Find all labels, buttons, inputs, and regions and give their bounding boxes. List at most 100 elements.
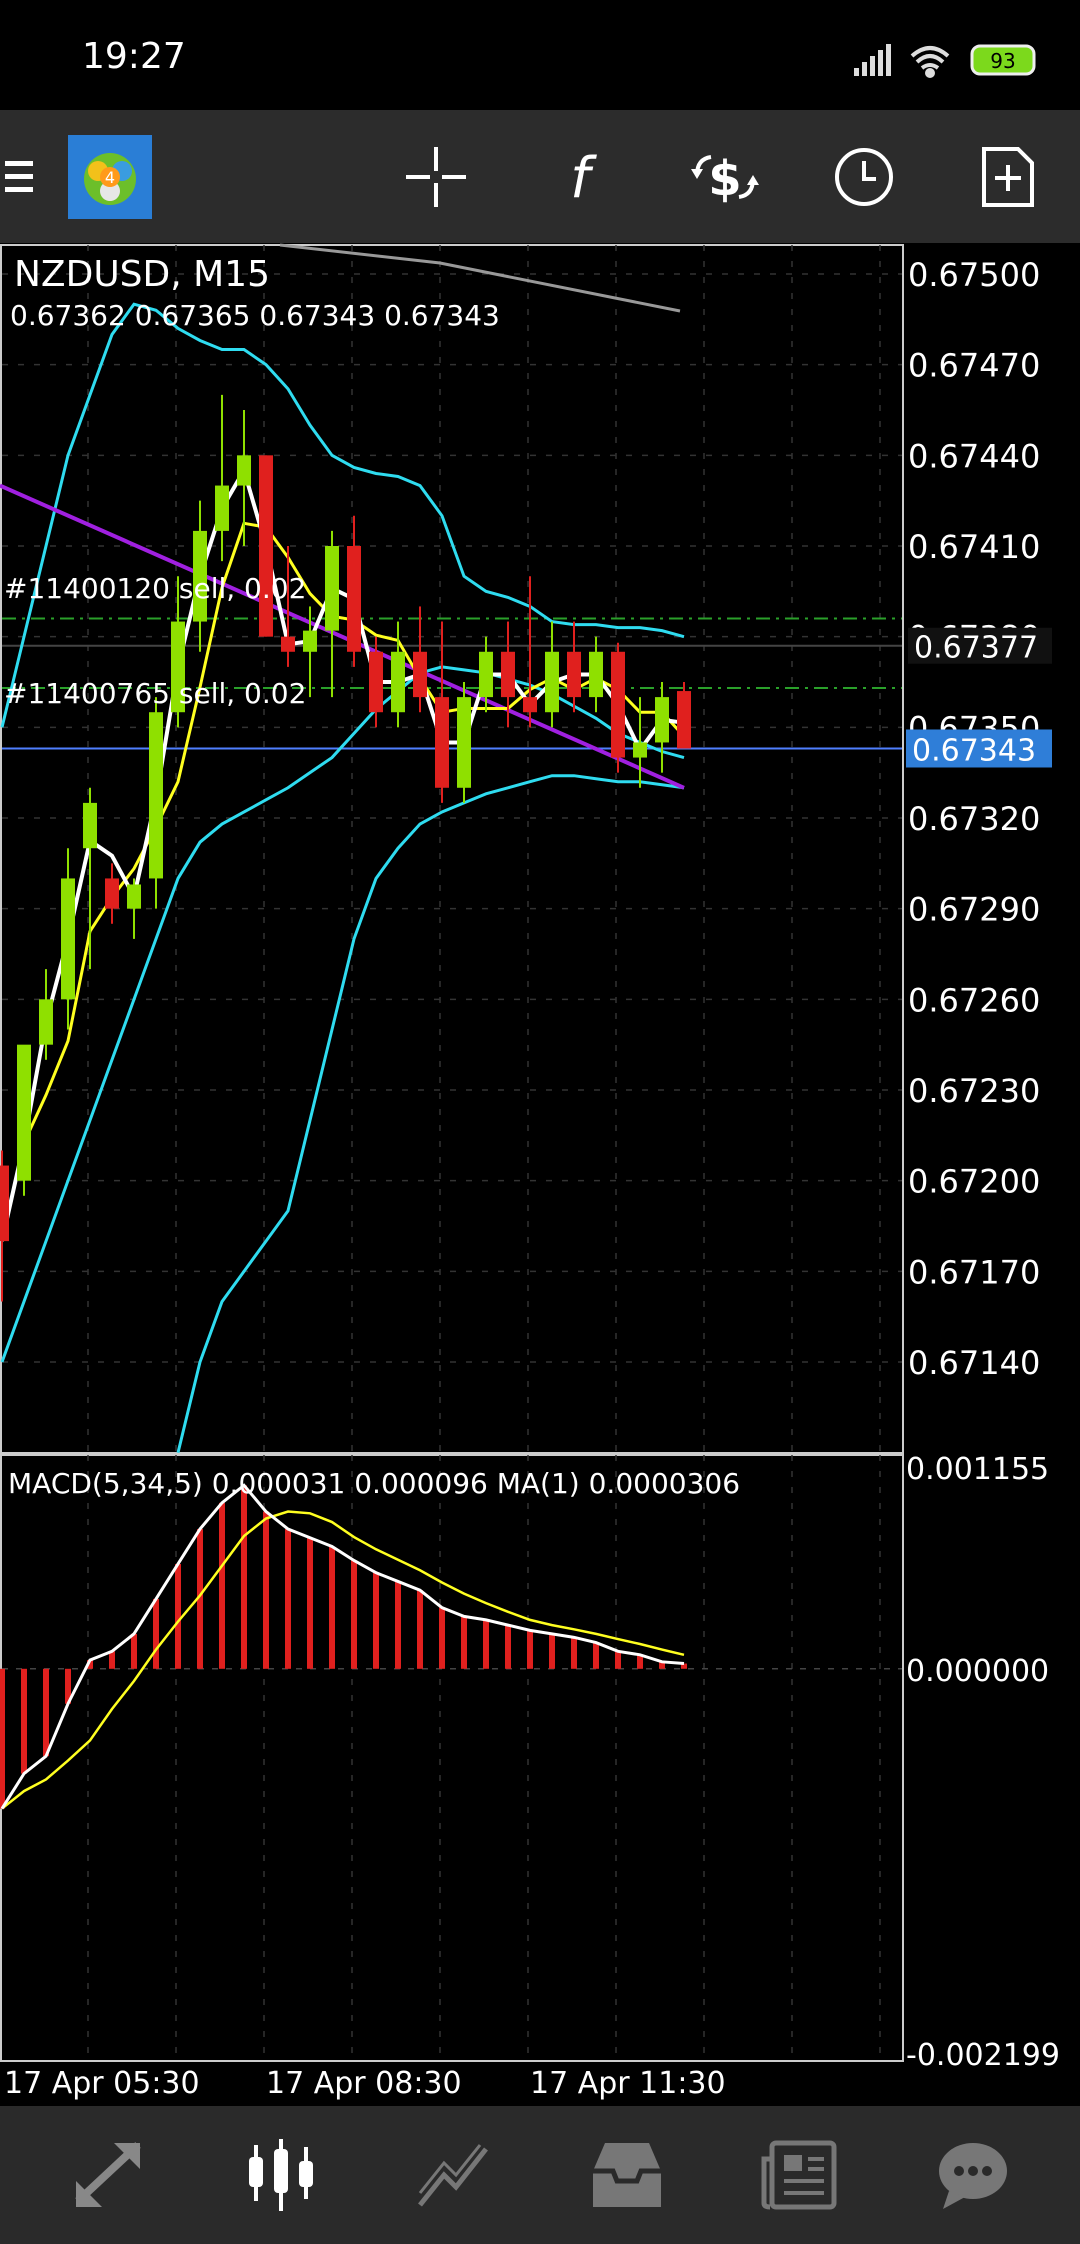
price-label: 0.67440	[908, 437, 1040, 475]
nav-quotes[interactable]	[33, 2106, 183, 2244]
clock-icon	[835, 147, 893, 206]
ohlc-values: 0.67362 0.67365 0.67343 0.67343	[10, 299, 500, 332]
candle-body	[523, 697, 537, 713]
svg-text:f: f	[570, 146, 597, 209]
macd-bar	[241, 1485, 247, 1669]
macd-bar	[153, 1598, 159, 1669]
macd-bar	[0, 1668, 5, 1809]
time-label: 17 Apr 05:30	[4, 2066, 200, 2101]
macd-bar	[175, 1563, 181, 1669]
candle-body	[655, 697, 669, 743]
candle-body	[633, 742, 647, 758]
macd-bar	[549, 1633, 555, 1669]
timeframe-button[interactable]	[824, 110, 904, 243]
candle	[105, 863, 119, 924]
nav-history[interactable]	[552, 2106, 702, 2244]
menu-icon	[5, 160, 33, 192]
candle	[83, 787, 97, 970]
order-label-1[interactable]: #11400120 sell, 0.02	[4, 572, 306, 605]
macd-bar	[109, 1651, 115, 1669]
new-order-button[interactable]	[968, 110, 1048, 243]
svg-text:$: $	[708, 151, 741, 207]
macd-panel	[0, 1483, 902, 1810]
order-label-2[interactable]: #11400765 sell, 0.02	[4, 677, 306, 710]
candle-body	[501, 651, 515, 698]
macd-bar	[615, 1651, 621, 1669]
price-label: 0.67230	[908, 1072, 1040, 1110]
macd-scale-label: 0.001155	[906, 1452, 1049, 1487]
macd-bar	[439, 1607, 445, 1669]
crosshair-button[interactable]	[396, 110, 476, 243]
menu-button[interactable]	[0, 110, 40, 243]
candle	[215, 394, 229, 562]
macd-scale-label: -0.002199	[906, 2038, 1060, 2073]
history-icon	[593, 2143, 661, 2207]
macd-bar	[527, 1630, 533, 1669]
status-icons: 93	[854, 44, 1036, 78]
bollinger-lower-outer	[176, 774, 685, 1454]
app-logo-button[interactable]: 4	[44, 110, 176, 243]
candle	[325, 530, 339, 698]
candle-body	[237, 455, 251, 486]
battery-icon: 93	[970, 44, 1036, 76]
macd-bar	[395, 1581, 401, 1669]
macd-bar	[373, 1572, 379, 1669]
candle-body	[303, 630, 317, 652]
macd-line	[0, 1483, 685, 1810]
candle-body	[259, 455, 273, 637]
candle-body	[347, 546, 361, 652]
bollinger-lower	[0, 665, 685, 1363]
metatrader-logo: 4	[68, 134, 152, 219]
candle-body	[149, 712, 163, 879]
candle	[457, 682, 471, 803]
candle-body	[677, 691, 691, 749]
candle-body	[391, 651, 405, 713]
function-icon: f	[570, 146, 597, 209]
candle-body	[61, 878, 75, 1000]
nav-trade[interactable]	[379, 2106, 529, 2244]
indicators-button[interactable]: f	[540, 110, 620, 243]
macd-bar	[593, 1642, 599, 1669]
chart-area[interactable]: 0.675000.674700.674400.674100.673800.673…	[0, 243, 1080, 2106]
bollinger-upper	[0, 302, 685, 728]
bid-price-label: 0.67343	[912, 733, 1036, 768]
candle	[435, 621, 449, 803]
candle	[17, 1044, 31, 1196]
candle	[259, 455, 273, 637]
candle	[611, 642, 625, 773]
macd-bar	[263, 1511, 269, 1669]
nav-news[interactable]	[725, 2106, 875, 2244]
candle	[567, 621, 581, 713]
price-chart[interactable]: 0.675000.674700.674400.674100.673800.673…	[0, 243, 1080, 2106]
bottom-navigation	[0, 2106, 1080, 2244]
nav-chat[interactable]	[898, 2106, 1048, 2244]
macd-bar	[417, 1590, 423, 1669]
status-bar: 19:27 93	[0, 0, 1080, 110]
candle	[523, 576, 537, 728]
chart-icon	[249, 2139, 313, 2211]
candle	[127, 878, 141, 939]
candle-body	[17, 1044, 31, 1181]
new-document-icon	[982, 146, 1034, 207]
macd-label: MACD(5,34,5) 0.000031 0.000096 MA(1) 0.0…	[8, 1467, 740, 1500]
signal-icon	[854, 44, 891, 76]
macd-bar	[461, 1616, 467, 1669]
toolbar: 4 f $	[0, 110, 1080, 243]
candle-body	[545, 651, 559, 713]
candle	[347, 515, 361, 667]
candle-body	[39, 999, 53, 1045]
candle-body	[325, 546, 339, 631]
candle-body	[215, 485, 229, 531]
status-time: 19:27	[82, 36, 186, 77]
candle	[61, 848, 75, 1030]
crosshair-icon	[406, 146, 466, 207]
candle	[633, 697, 647, 788]
candle-body	[0, 1165, 9, 1242]
macd-bar	[505, 1625, 511, 1669]
price-label: 0.67170	[908, 1253, 1040, 1291]
candle	[677, 682, 691, 749]
candle	[655, 682, 669, 773]
nav-chart[interactable]	[206, 2106, 356, 2244]
trade-button[interactable]: $	[680, 110, 770, 243]
candle-body	[127, 884, 141, 909]
